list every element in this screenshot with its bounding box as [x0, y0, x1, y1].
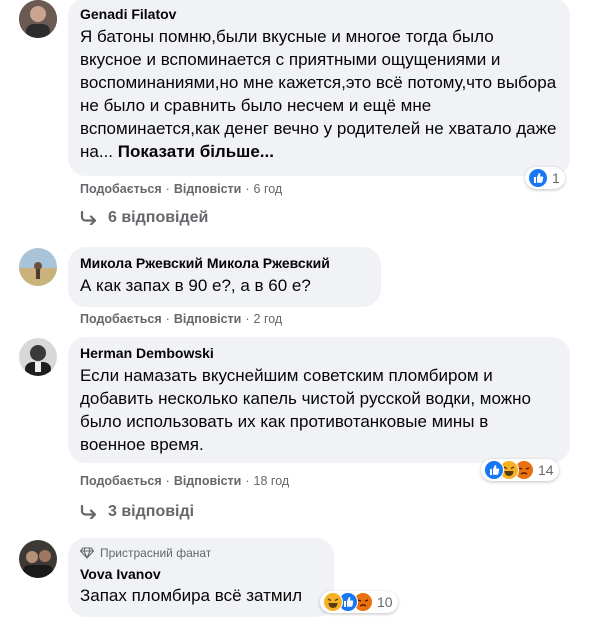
avatar[interactable] [19, 248, 57, 286]
replies-label: 3 відповіді [108, 503, 195, 520]
reaction-count: 1 [552, 170, 560, 186]
comment-actions: Подобається · Відповісти · 2 год [80, 311, 282, 327]
comment-author[interactable]: Микола Ржевский Микола Ржевский [80, 254, 369, 272]
comment-bubble: Herman Dembowski Если намазать вкуснейши… [68, 337, 570, 463]
diamond-icon [80, 547, 94, 559]
reply-button[interactable]: Відповісти [174, 312, 242, 326]
fan-badge: Пристрасний фанат [80, 545, 322, 561]
comment-text-body: Я батоны помню,были вкусные и многое тог… [80, 27, 557, 161]
reaction-summary[interactable]: 10 [320, 591, 398, 613]
like-button[interactable]: Подобається [80, 474, 162, 488]
avatar-photo [19, 338, 57, 376]
fan-badge-label: Пристрасний фанат [100, 546, 212, 560]
separator: · [165, 474, 170, 488]
comment-time[interactable]: 6 год [254, 182, 283, 196]
comment-author[interactable]: Vova Ivanov [80, 565, 322, 583]
comment-time[interactable]: 2 год [254, 312, 283, 326]
reaction-summary[interactable]: 1 [525, 167, 565, 189]
separator: · [165, 182, 170, 196]
comment-bubble: Микола Ржевский Микола Ржевский А как за… [68, 247, 381, 307]
comment-author[interactable]: Herman Dembowski [80, 344, 558, 362]
comment-text: Запах пломбира всё затмил [80, 586, 303, 605]
comment-bubble: Genadi Filatov Я батоны помню,были вкусн… [68, 0, 570, 176]
separator: · [245, 182, 250, 196]
like-icon [484, 460, 504, 480]
reply-arrow-icon [80, 505, 97, 519]
avatar-photo [19, 540, 57, 578]
avatar[interactable] [19, 338, 57, 376]
comment-actions: Подобається · Відповісти · 18 год [80, 473, 289, 489]
avatar[interactable] [19, 540, 57, 578]
like-icon [528, 168, 548, 188]
avatar-photo [19, 0, 57, 38]
separator: · [165, 312, 170, 326]
comment-actions: Подобається · Відповісти · 6 год [80, 181, 282, 197]
comment-bubble: Пристрасний фанат Vova Ivanov Запах плом… [68, 538, 334, 617]
comment-text: Я батоны помню,были вкусные и многое тог… [80, 25, 558, 163]
comment-text: Если намазать вкуснейшим советским пломб… [80, 366, 531, 454]
comment-text: А как запах в 90 е?, а в 60 е? [80, 276, 311, 295]
haha-icon [323, 592, 343, 612]
see-more-link[interactable]: Показати більше... [118, 142, 274, 161]
avatar-photo [19, 248, 57, 286]
separator: · [245, 312, 250, 326]
reaction-count: 10 [377, 594, 393, 610]
like-button[interactable]: Подобається [80, 182, 162, 196]
reply-arrow-icon [80, 211, 97, 225]
replies-label: 6 відповідей [108, 209, 209, 226]
avatar[interactable] [19, 0, 57, 38]
comment-time[interactable]: 18 год [254, 474, 290, 488]
like-button[interactable]: Подобається [80, 312, 162, 326]
reply-button[interactable]: Відповісти [174, 182, 242, 196]
reaction-count: 14 [538, 462, 554, 478]
view-replies-button[interactable]: 3 відповіді [80, 503, 194, 521]
reaction-summary[interactable]: 14 [481, 459, 559, 481]
view-replies-button[interactable]: 6 відповідей [80, 209, 208, 227]
reply-button[interactable]: Відповісти [174, 474, 242, 488]
separator: · [245, 474, 250, 488]
comment-author[interactable]: Genadi Filatov [80, 5, 558, 23]
